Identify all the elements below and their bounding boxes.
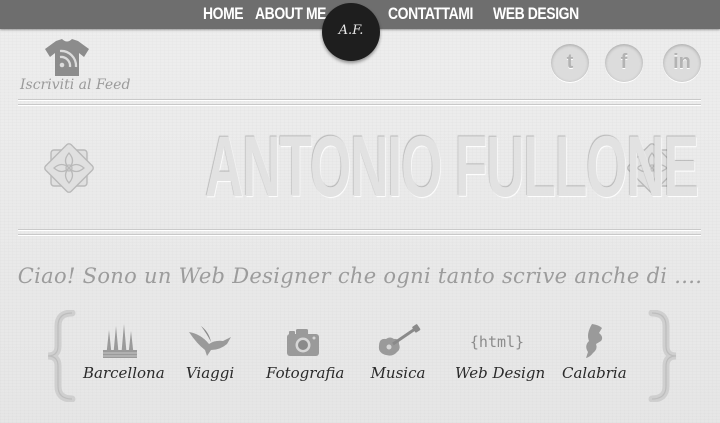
divider-bottom-2: [18, 234, 701, 235]
nav-contact-link[interactable]: CONTATTAMI: [388, 4, 473, 24]
category-label: Viaggi: [185, 364, 235, 382]
linkedin-button[interactable]: in: [663, 44, 701, 82]
guitar-icon: [378, 324, 421, 356]
category-web-design[interactable]: {html} Web Design: [455, 322, 546, 382]
left-ornament-icon: [40, 139, 98, 202]
site-logo[interactable]: A.F.: [322, 3, 380, 61]
category-calabria[interactable]: Calabria: [562, 322, 627, 382]
right-brace-icon: [648, 309, 680, 407]
category-label: Barcellona: [83, 364, 165, 382]
category-musica[interactable]: Musica: [366, 322, 430, 382]
category-viaggi[interactable]: Viaggi: [178, 322, 242, 382]
left-brace-icon: [44, 309, 76, 407]
html-tag-icon: {html}: [469, 333, 525, 351]
bird-icon: [189, 326, 231, 356]
facebook-icon: f: [620, 51, 628, 73]
category-label: Fotografia: [266, 364, 345, 382]
camera-icon: [287, 329, 319, 356]
divider-top-2: [18, 104, 701, 105]
facebook-button[interactable]: f: [605, 44, 643, 82]
logo-text: A.F.: [338, 23, 364, 38]
hero-title: ANTONIO FULLONE: [205, 119, 699, 215]
calabria-map-icon: [586, 324, 603, 358]
nav-about-link[interactable]: ABOUT ME: [255, 4, 326, 24]
twitter-button[interactable]: t: [551, 44, 589, 82]
twitter-icon: t: [566, 51, 574, 73]
category-barcellona[interactable]: Barcellona: [83, 322, 165, 382]
category-label: Musica: [370, 364, 426, 382]
divider-top-1: [18, 99, 701, 100]
tagline: Ciao! Sono un Web Designer che ogni tant…: [17, 264, 703, 288]
category-label: Calabria: [562, 364, 627, 382]
category-fotografia[interactable]: Fotografia: [266, 322, 345, 382]
divider-bottom-1: [18, 229, 701, 230]
linkedin-icon: in: [673, 51, 691, 73]
sagrada-familia-icon: [103, 324, 137, 358]
category-label: Web Design: [455, 364, 546, 382]
feed-caption[interactable]: Iscriviti al Feed: [20, 77, 130, 93]
nav-webdesign-link[interactable]: WEB DESIGN: [493, 4, 579, 24]
nav-home-link[interactable]: HOME: [203, 4, 244, 24]
